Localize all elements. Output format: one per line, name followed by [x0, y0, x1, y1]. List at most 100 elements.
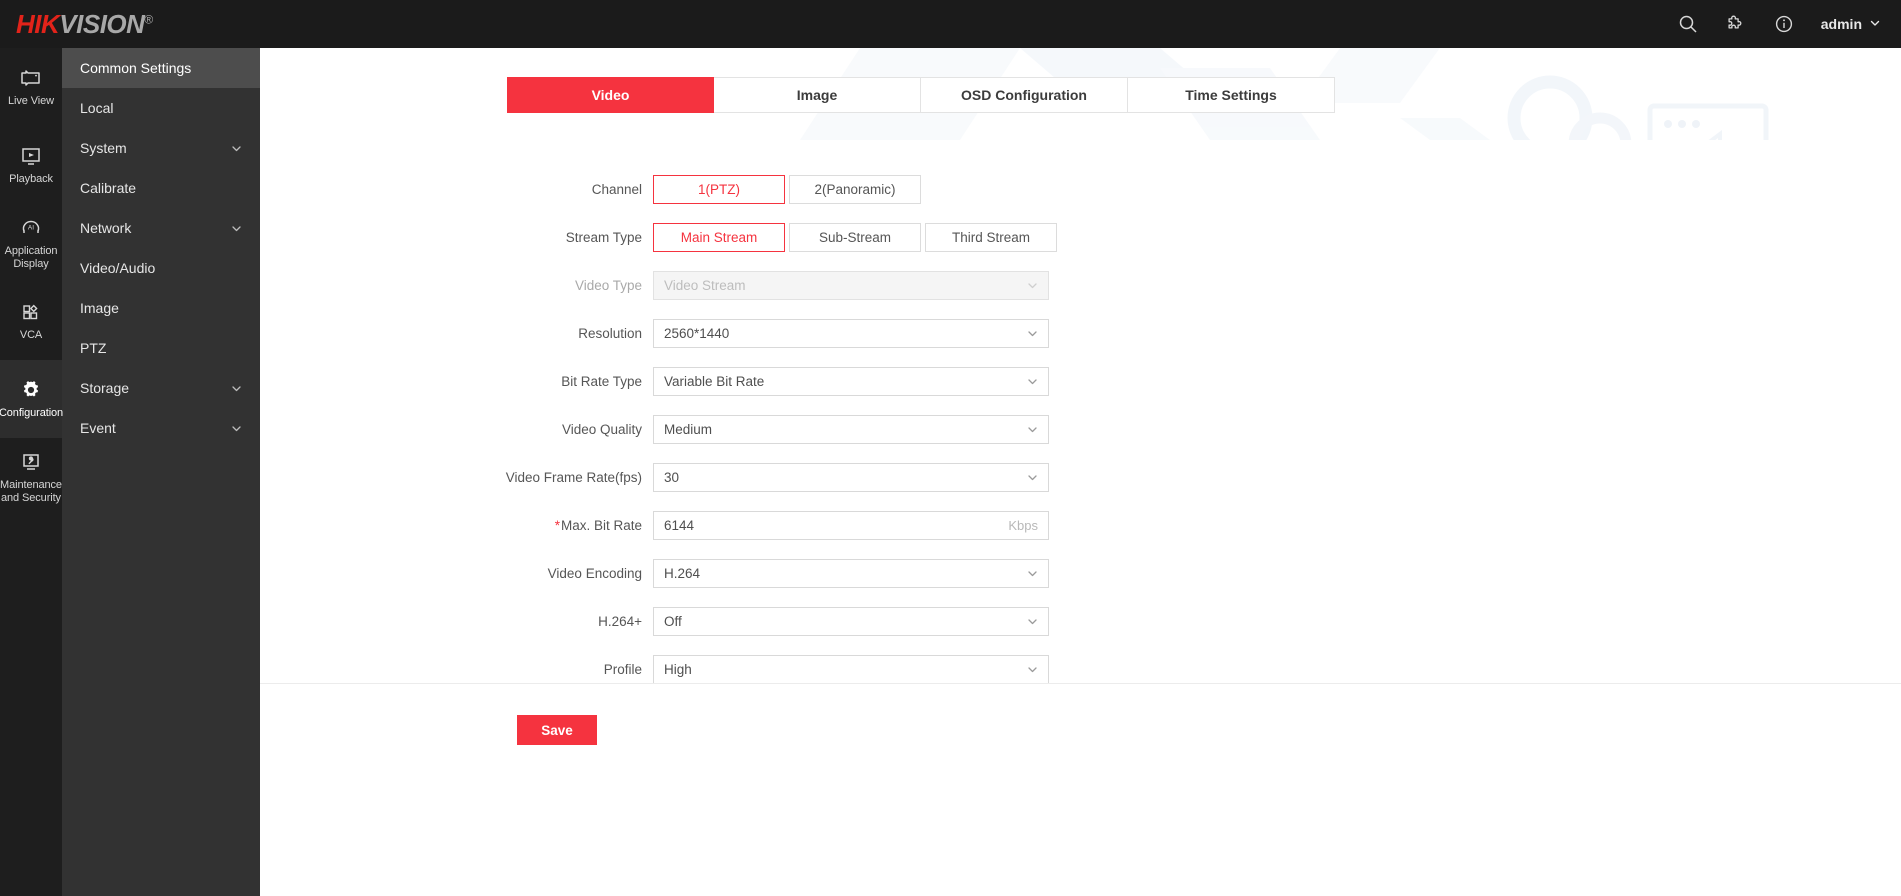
h264-plus-select[interactable]: Off	[653, 606, 1049, 636]
chevron-down-icon	[1026, 471, 1038, 483]
video-frame-rate-label: Video Frame Rate(fps)	[505, 469, 642, 485]
sidebar-item-storage[interactable]: Storage	[62, 368, 260, 408]
vca-icon	[19, 300, 43, 324]
stream-type-option-sub[interactable]: Sub-Stream	[789, 222, 921, 252]
chevron-down-icon	[230, 142, 242, 154]
video-frame-rate-value: 30	[664, 469, 680, 485]
ai-icon: AI	[19, 216, 43, 240]
sidebar-item-label: Storage	[80, 380, 130, 396]
rail-item-label: Application Display	[4, 244, 58, 270]
video-frame-rate-select[interactable]: 30	[653, 462, 1049, 492]
sidebar-item-video-audio[interactable]: Video/Audio	[62, 248, 260, 288]
max-bit-rate-label-text: Max. Bit Rate	[560, 517, 642, 533]
sidebar-item-image[interactable]: Image	[62, 288, 260, 328]
form-footer: Save	[260, 683, 1901, 896]
max-bit-rate-input[interactable]: 6144 Kbps	[653, 510, 1049, 540]
rail-item-label: Maintenance and Security	[0, 478, 62, 504]
channel-selector: 1(PTZ) 2(Panoramic)	[653, 174, 925, 204]
chevron-down-icon	[1026, 327, 1038, 339]
svg-text:AI: AI	[28, 224, 34, 231]
form-row-channel: Channel 1(PTZ) 2(Panoramic)	[260, 169, 1901, 209]
tab-label: OSD Configuration	[961, 87, 1087, 103]
logo-vision: VISION	[59, 8, 145, 39]
h264-plus-label: H.264+	[598, 613, 642, 629]
stream-type-label: Stream Type	[565, 229, 642, 245]
sidebar-item-system[interactable]: System	[62, 128, 260, 168]
save-button[interactable]: Save	[517, 715, 597, 745]
h264-plus-value: Off	[664, 613, 682, 629]
rail-item-live-view[interactable]: Live View	[0, 48, 62, 126]
rail-item-playback[interactable]: Playback	[0, 126, 62, 204]
form-row-bit-rate-type: Bit Rate Type Variable Bit Rate	[260, 361, 1901, 401]
tab-image[interactable]: Image	[714, 77, 921, 113]
video-encoding-value: H.264	[664, 565, 701, 581]
tab-video[interactable]: Video	[507, 77, 714, 113]
tab-label: Image	[796, 87, 838, 103]
channel-option-2[interactable]: 2(Panoramic)	[789, 174, 921, 204]
form-row-video-encoding: Video Encoding H.264	[260, 553, 1901, 593]
chevron-down-icon	[1026, 279, 1038, 291]
tab-osd-configuration[interactable]: OSD Configuration	[921, 77, 1128, 113]
rail-item-label: Playback	[9, 173, 53, 185]
stream-type-selector: Main Stream Sub-Stream Third Stream	[653, 222, 1061, 252]
rail-item-label: VCA	[19, 329, 43, 341]
chevron-down-icon	[1026, 423, 1038, 435]
rail-item-vca[interactable]: VCA	[0, 282, 62, 360]
form-row-profile: Profile High	[260, 649, 1901, 683]
video-encoding-select[interactable]: H.264	[653, 558, 1049, 588]
search-icon[interactable]	[1677, 13, 1699, 35]
tab-label: Time Settings	[1185, 87, 1277, 103]
sidebar-item-label: System	[80, 140, 127, 156]
sidebar-item-label: PTZ	[80, 340, 107, 356]
sidebar-item-event[interactable]: Event	[62, 408, 260, 448]
info-icon[interactable]	[1773, 13, 1795, 35]
sidebar-item-common-settings[interactable]: Common Settings	[62, 48, 260, 88]
channel-option-label: 2(Panoramic)	[814, 181, 896, 197]
primary-nav-rail: Live View Playback AI Application Displa…	[0, 48, 63, 896]
chevron-down-icon	[1026, 615, 1038, 627]
tab-bar: Video Image OSD Configuration Time Setti…	[507, 77, 1335, 113]
sidebar-item-label: Common Settings	[80, 60, 192, 76]
form-row-stream-type: Stream Type Main Stream Sub-Stream Third…	[260, 217, 1901, 257]
resolution-select[interactable]: 2560*1440	[653, 318, 1049, 348]
sidebar-item-ptz[interactable]: PTZ	[62, 328, 260, 368]
sidebar-item-local[interactable]: Local	[62, 88, 260, 128]
rail-item-configuration[interactable]: Configuration	[0, 360, 63, 438]
logo-registered-mark: ®	[144, 11, 153, 26]
channel-option-label: 1(PTZ)	[698, 181, 740, 197]
video-quality-select[interactable]: Medium	[653, 414, 1049, 444]
sidebar-item-label: Local	[80, 100, 114, 116]
video-type-label: Video Type	[574, 277, 642, 293]
profile-select[interactable]: High	[653, 654, 1049, 683]
form-row-video-frame-rate: Video Frame Rate(fps) 30	[260, 457, 1901, 497]
video-quality-value: Medium	[664, 421, 713, 437]
profile-label: Profile	[603, 661, 642, 677]
stream-type-option-label: Third Stream	[951, 229, 1031, 245]
tab-label: Video	[591, 87, 630, 103]
camera-icon	[19, 66, 43, 90]
max-bit-rate-unit: Kbps	[1008, 517, 1038, 533]
rail-item-maintenance-and-security[interactable]: Maintenance and Security	[0, 438, 62, 516]
form-row-h264-plus: H.264+ Off	[260, 601, 1901, 641]
channel-label: Channel	[591, 181, 642, 197]
chevron-down-icon	[230, 222, 242, 234]
tab-time-settings[interactable]: Time Settings	[1128, 77, 1335, 113]
max-bit-rate-value: 6144	[664, 517, 695, 533]
sidebar-item-calibrate[interactable]: Calibrate	[62, 168, 260, 208]
secondary-sidebar: Common Settings Local System Calibrate N…	[62, 48, 260, 896]
stream-type-option-main[interactable]: Main Stream	[653, 222, 785, 252]
main-content: Video Image OSD Configuration Time Setti…	[260, 48, 1901, 896]
channel-option-1[interactable]: 1(PTZ)	[653, 174, 785, 204]
chevron-down-icon	[1026, 663, 1038, 675]
form-row-max-bit-rate: *Max. Bit Rate 6144 Kbps	[260, 505, 1901, 545]
rail-item-application-display[interactable]: AI Application Display	[0, 204, 62, 282]
stream-type-option-label: Main Stream	[680, 229, 758, 245]
user-menu[interactable]: admin	[1821, 16, 1881, 32]
bit-rate-type-select[interactable]: Variable Bit Rate	[653, 366, 1049, 396]
user-menu-label: admin	[1820, 16, 1862, 32]
max-bit-rate-label: *Max. Bit Rate	[260, 518, 653, 533]
sidebar-item-network[interactable]: Network	[62, 208, 260, 248]
maintenance-icon	[19, 450, 43, 474]
puzzle-icon[interactable]	[1725, 13, 1747, 35]
stream-type-option-third[interactable]: Third Stream	[925, 222, 1057, 252]
